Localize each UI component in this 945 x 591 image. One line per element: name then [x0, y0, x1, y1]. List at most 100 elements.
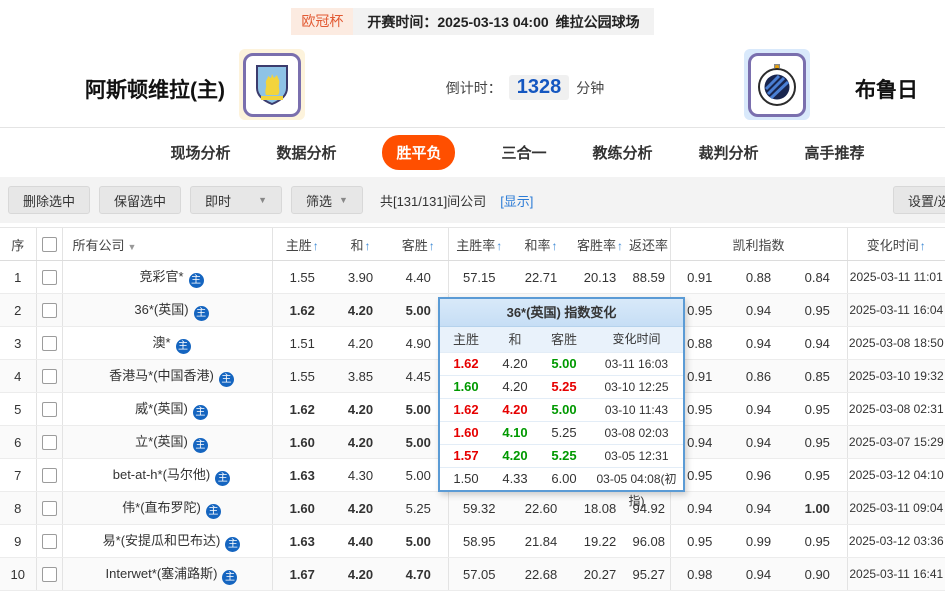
row-select-cell	[35, 260, 62, 294]
header-away-win[interactable]: 客胜↑	[389, 227, 448, 261]
row-checkbox[interactable]	[41, 501, 57, 517]
kelly-away: 0.95	[788, 392, 848, 426]
company-name-cell[interactable]: 36*(英国) 主	[61, 293, 272, 327]
company-name-cell[interactable]: 澳* 主	[61, 326, 272, 360]
kelly-draw: 0.94	[729, 557, 788, 591]
instant-dropdown[interactable]: 即时 ▼	[190, 186, 283, 214]
row-checkbox[interactable]	[41, 435, 57, 451]
start-info: 开赛时间： 2025-03-13 04:00 维拉公园球场	[353, 8, 653, 35]
header-home-win[interactable]: 主胜↑	[271, 227, 332, 261]
popup-draw-odds: 4.10	[502, 425, 528, 440]
draw-rate: 22.60	[510, 491, 572, 525]
toolbar: 删除选中 保留选中 即时 ▼ 筛选 ▼ 共[131/131]间公司 [显示] 设…	[0, 177, 945, 223]
filter-dropdown[interactable]: 筛选 ▼	[291, 186, 363, 214]
home-win-odds[interactable]: 1.55	[271, 359, 332, 393]
row-checkbox[interactable]	[41, 369, 57, 385]
away-win-odds[interactable]: 4.70	[389, 557, 448, 591]
home-win-odds[interactable]: 1.51	[271, 326, 332, 360]
tab-referee-analysis[interactable]: 裁判分析	[699, 142, 759, 163]
company-name-cell[interactable]: 易*(安提瓜和巴布达) 主	[61, 524, 272, 558]
home-win-odds[interactable]: 1.63	[271, 458, 332, 492]
return-rate: 95.27	[628, 557, 670, 591]
draw-odds[interactable]: 4.20	[332, 557, 389, 591]
tab-coach-analysis[interactable]: 教练分析	[593, 142, 653, 163]
select-all-checkbox[interactable]	[41, 237, 57, 253]
row-select-cell	[35, 293, 62, 327]
header-change-time[interactable]: 变化时间↑	[846, 227, 945, 261]
draw-odds[interactable]: 4.20	[332, 392, 389, 426]
away-team-logo	[744, 49, 810, 120]
away-win-odds[interactable]: 5.00	[389, 524, 448, 558]
row-checkbox[interactable]	[41, 534, 57, 550]
home-win-odds[interactable]: 1.55	[271, 260, 332, 294]
row-checkbox[interactable]	[41, 468, 57, 484]
draw-odds[interactable]: 4.20	[332, 293, 389, 327]
keep-selected-button[interactable]: 保留选中	[99, 186, 182, 214]
tab-three-in-one[interactable]: 三合一	[501, 142, 546, 163]
home-win-odds[interactable]: 1.62	[271, 293, 332, 327]
change-time: 2025-03-11 16:04	[846, 293, 945, 327]
popup-home-win-odds: 1.57	[453, 448, 479, 463]
venue: 维拉公园球场	[555, 13, 640, 30]
row-number: 3	[0, 326, 36, 360]
tab-live-analysis[interactable]: 现场分析	[170, 142, 230, 163]
kelly-away: 0.84	[788, 260, 848, 294]
countdown-value: 1328	[508, 75, 570, 100]
away-win-rate: 20.27	[572, 557, 628, 591]
row-checkbox[interactable]	[41, 303, 57, 319]
settings-select-button[interactable]: 设置/选择	[893, 186, 945, 214]
home-win-odds[interactable]: 1.62	[271, 392, 332, 426]
tab-win-draw-lose[interactable]: 胜平负	[382, 135, 456, 170]
header-return-rate[interactable]: 返还率↑	[628, 227, 670, 261]
row-checkbox[interactable]	[41, 336, 57, 352]
row-checkbox[interactable]	[41, 402, 57, 418]
tab-data-analysis[interactable]: 数据分析	[276, 142, 336, 163]
company-badge-icon: 主	[218, 372, 234, 387]
home-win-odds[interactable]: 1.67	[271, 557, 332, 591]
home-win-rate: 58.95	[447, 524, 510, 558]
row-select-cell	[35, 392, 62, 426]
club-brugge-crest-icon	[758, 63, 796, 106]
draw-odds[interactable]: 4.20	[332, 425, 389, 459]
home-win-odds[interactable]: 1.63	[271, 524, 332, 558]
company-name-cell[interactable]: 伟*(直布罗陀) 主	[61, 491, 272, 525]
tab-expert-picks[interactable]: 高手推荐	[805, 142, 865, 163]
row-checkbox[interactable]	[41, 270, 57, 286]
row-checkbox[interactable]	[41, 567, 57, 583]
company-name: 澳*	[152, 335, 171, 350]
company-name-cell[interactable]: 香港马*(中国香港) 主	[61, 359, 272, 393]
company-name-cell[interactable]: 威*(英国) 主	[61, 392, 272, 426]
away-win-odds[interactable]: 4.40	[389, 260, 448, 294]
popup-history-row: 1.60 4.20 5.25 03-10 12:25	[440, 375, 683, 398]
draw-odds[interactable]: 4.20	[332, 491, 389, 525]
header-home-win-rate[interactable]: 主胜率↑	[447, 227, 510, 261]
popup-away-win-odds: 5.25	[551, 425, 577, 440]
company-name-cell[interactable]: 立*(英国) 主	[61, 425, 272, 459]
draw-odds[interactable]: 3.90	[332, 260, 389, 294]
draw-odds[interactable]: 4.20	[332, 326, 389, 360]
row-number: 6	[0, 425, 36, 459]
company-name-cell[interactable]: 竞彩官* 主	[61, 260, 272, 294]
change-time: 2025-03-08 02:31	[846, 392, 945, 426]
popup-header-draw: 和	[508, 332, 522, 347]
show-link[interactable]: [显示]	[500, 191, 533, 210]
sort-asc-icon: ↑	[428, 238, 435, 253]
header-draw[interactable]: 和↑	[332, 227, 389, 261]
company-name-cell[interactable]: Interwet*(塞浦路斯) 主	[61, 557, 272, 591]
company-name-cell[interactable]: bet-at-h*(马尔他) 主	[61, 458, 272, 492]
away-win-odds[interactable]: 5.25	[389, 491, 448, 525]
company-name: 伟*(直布罗陀)	[122, 500, 201, 515]
header-select-all	[35, 227, 62, 261]
draw-odds[interactable]: 4.40	[332, 524, 389, 558]
header-draw-rate[interactable]: 和率↑	[510, 227, 572, 261]
draw-odds[interactable]: 3.85	[332, 359, 389, 393]
kelly-draw: 0.94	[729, 326, 788, 360]
popup-home-win-odds: 1.62	[453, 402, 479, 417]
header-company[interactable]: 所有公司 ▼	[61, 227, 272, 261]
home-win-odds[interactable]: 1.60	[271, 425, 332, 459]
popup-draw-odds: 4.20	[502, 448, 528, 463]
delete-selected-button[interactable]: 删除选中	[8, 186, 91, 214]
draw-odds[interactable]: 4.30	[332, 458, 389, 492]
home-win-odds[interactable]: 1.60	[271, 491, 332, 525]
header-away-win-rate[interactable]: 客胜率↑	[572, 227, 628, 261]
